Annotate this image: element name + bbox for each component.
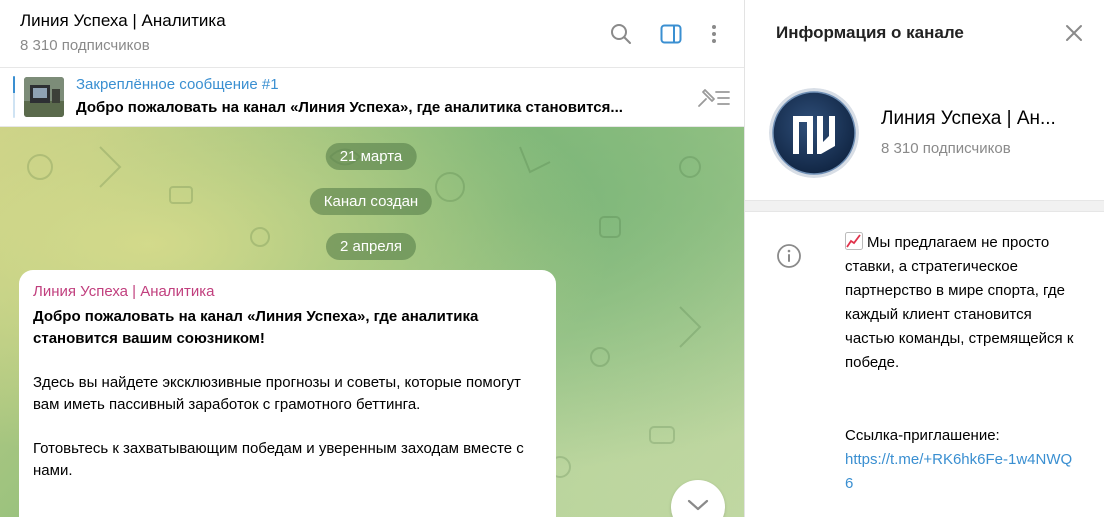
message-bubble[interactable]: Линия Успеха | Аналитика Добро пожаловат… xyxy=(19,270,556,517)
channel-created-badge: Канал создан xyxy=(309,188,433,215)
message-paragraph: Здесь вы найдете эксклюзивные прогнозы и… xyxy=(33,374,521,413)
info-icon xyxy=(776,243,802,269)
channel-description: Мы предлагаем не просто ставки, а страте… xyxy=(845,231,1085,375)
sidebar-toggle-icon[interactable] xyxy=(657,20,685,48)
chevron-down-icon xyxy=(687,499,709,511)
invite-link-label: Ссылка-приглашение: xyxy=(845,427,1000,444)
chat-header[interactable]: Линия Успеха | Аналитика 8 310 подписчик… xyxy=(0,0,744,68)
search-icon[interactable] xyxy=(607,20,635,48)
pinned-indicator xyxy=(13,76,15,118)
info-panel-title: Информация о канале xyxy=(776,23,964,42)
invite-link[interactable]: https://t.me/+RK6hk6Fe-1w4NWQ6 xyxy=(845,448,1080,496)
channel-subscribers: 8 310 подписчиков xyxy=(881,140,1011,157)
subscriber-count: 8 310 подписчиков xyxy=(20,37,150,54)
pinned-list-icon[interactable] xyxy=(694,84,734,112)
pinned-message-bar[interactable]: Закреплённое сообщение #1 Добро пожалова… xyxy=(0,68,744,127)
date-badge: 21 марта xyxy=(325,143,417,170)
message-bold-text: Добро пожаловать на канал «Линия Успеха»… xyxy=(33,308,479,347)
chat-panel: 21 марта Канал создан 2 апреля Линия Усп… xyxy=(0,0,744,517)
chat-title[interactable]: Линия Успеха | Аналитика xyxy=(20,11,226,31)
close-icon[interactable] xyxy=(1063,22,1085,44)
pinned-thumbnail xyxy=(24,77,64,117)
section-separator xyxy=(745,200,1104,212)
date-badge: 2 апреля xyxy=(325,233,417,260)
description-text: Мы предлагаем не просто ставки, а страте… xyxy=(845,234,1074,371)
chart-increasing-icon xyxy=(845,232,863,250)
message-author[interactable]: Линия Успеха | Аналитика xyxy=(33,282,542,302)
channel-name: Линия Успеха | Ан... xyxy=(881,108,1056,129)
pinned-text[interactable]: Добро пожаловать на канал «Линия Успеха»… xyxy=(76,99,676,116)
message-paragraph: Готовьтесь к захватывающим победам и уве… xyxy=(33,440,524,479)
channel-avatar[interactable] xyxy=(769,88,859,178)
more-vertical-icon[interactable] xyxy=(700,20,728,48)
pinned-title[interactable]: Закреплённое сообщение #1 xyxy=(76,76,279,93)
channel-info-panel: Информация о канале Линия Успеха | Ан...… xyxy=(745,0,1104,517)
